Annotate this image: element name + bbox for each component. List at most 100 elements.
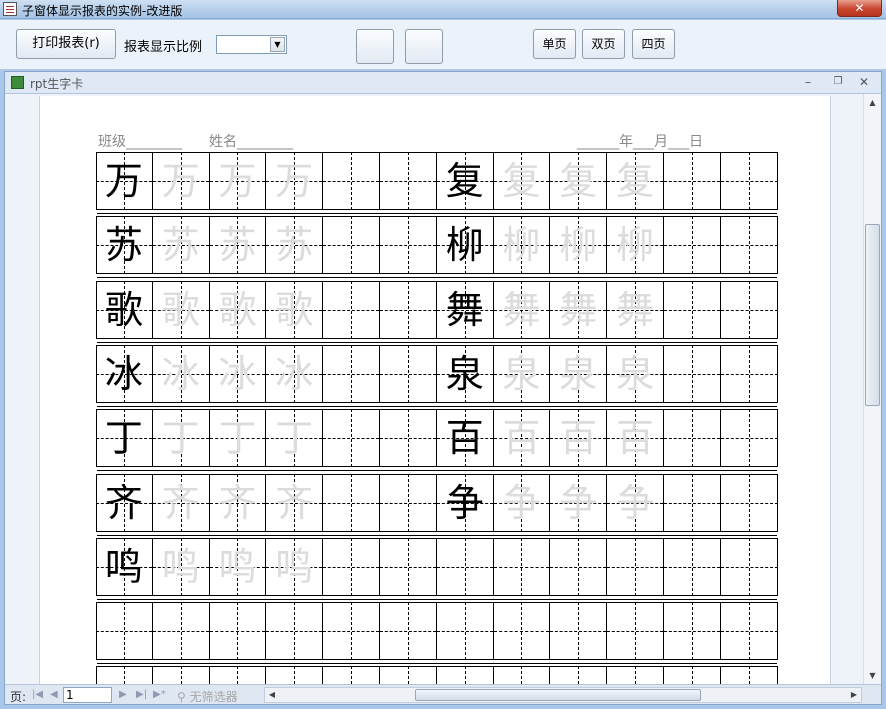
cell-guide-horizontal bbox=[493, 631, 550, 633]
grid-cell bbox=[720, 409, 778, 468]
print-report-button[interactable]: 打印报表(r) bbox=[16, 29, 116, 59]
grid-cell: 柳 bbox=[436, 216, 494, 275]
four-page-button[interactable]: 四页 bbox=[632, 29, 675, 59]
grid-cell: 复 bbox=[607, 152, 664, 210]
grid-cell bbox=[437, 666, 494, 684]
trace-character: 复 bbox=[502, 159, 541, 203]
double-page-button[interactable]: 双页 bbox=[582, 29, 625, 59]
grid-cell bbox=[493, 537, 551, 596]
grid-cell: 歌 bbox=[209, 280, 267, 339]
character: 丁 bbox=[104, 416, 143, 461]
grid-cell bbox=[209, 602, 267, 661]
grid-cell bbox=[720, 152, 778, 210]
character: 柳 bbox=[445, 223, 484, 268]
trace-character: 冰 bbox=[275, 351, 314, 396]
grid-cell: 鸣 bbox=[96, 537, 153, 596]
grid-cell: 丁 bbox=[96, 409, 153, 468]
dropdown-arrow-icon[interactable]: ▼ bbox=[270, 37, 285, 52]
trace-character: 百 bbox=[559, 416, 598, 461]
vertical-scroll-thumb[interactable] bbox=[865, 224, 880, 406]
cell-guide-vertical bbox=[691, 666, 693, 684]
grid-cell bbox=[323, 537, 380, 596]
cell-guide-horizontal bbox=[323, 373, 379, 375]
horizontal-scrollbar[interactable]: ◀ ▶ bbox=[264, 687, 862, 703]
next-page-icon[interactable]: ▶ bbox=[119, 687, 127, 703]
trace-character: 舞 bbox=[616, 287, 655, 332]
vertical-scrollbar[interactable]: ▲ ▼ bbox=[863, 94, 881, 684]
new-record-icon[interactable]: ▶* bbox=[153, 687, 166, 703]
grid-cell: 舞 bbox=[493, 280, 551, 339]
scroll-right-icon[interactable]: ▶ bbox=[847, 688, 861, 702]
class-field: 班级________ bbox=[98, 134, 182, 150]
trace-character: 柳 bbox=[616, 223, 655, 268]
cell-guide-horizontal bbox=[380, 566, 436, 568]
previous-page-icon[interactable]: ◀ bbox=[50, 687, 58, 703]
trace-character: 冰 bbox=[218, 351, 257, 396]
grid-row: 歌歌歌歌舞舞舞舞 bbox=[96, 280, 778, 339]
trace-character: 复 bbox=[616, 159, 655, 203]
grid-cell bbox=[720, 602, 778, 661]
close-icon[interactable]: ✕ bbox=[853, 74, 875, 90]
grid-cell: 齐 bbox=[96, 473, 153, 532]
cell-guide-horizontal bbox=[720, 566, 778, 568]
grid-cell: 鸣 bbox=[209, 537, 267, 596]
grid-cell: 泉 bbox=[493, 344, 551, 403]
trace-character: 歌 bbox=[218, 287, 257, 332]
app-icon bbox=[3, 2, 17, 16]
grid-cell: 争 bbox=[493, 473, 551, 532]
grid-cell: 歌 bbox=[96, 280, 153, 339]
page-number-input[interactable]: 1 bbox=[63, 687, 112, 703]
first-page-icon[interactable]: |◀ bbox=[32, 687, 43, 703]
cell-guide-vertical bbox=[237, 666, 239, 684]
grid-cell: 争 bbox=[550, 473, 608, 532]
scroll-left-icon[interactable]: ◀ bbox=[265, 688, 279, 702]
cell-guide-horizontal bbox=[323, 566, 379, 568]
cell-guide-horizontal bbox=[380, 502, 436, 504]
grid-row: 齐齐齐齐争争争争 bbox=[96, 473, 778, 532]
grid-cell: 冰 bbox=[209, 344, 267, 403]
grid-cell: 复 bbox=[493, 152, 551, 210]
filter-status[interactable]: ⚲ 无筛选器 bbox=[177, 688, 238, 705]
cell-guide-vertical bbox=[351, 666, 353, 684]
scroll-down-icon[interactable]: ▼ bbox=[864, 667, 881, 684]
grid-cell: 泉 bbox=[550, 344, 608, 403]
character: 争 bbox=[445, 480, 484, 525]
cell-guide-horizontal bbox=[380, 438, 436, 440]
restore-icon[interactable]: ❐ bbox=[827, 74, 849, 90]
trace-character: 泉 bbox=[616, 351, 655, 396]
grid-cell: 鸣 bbox=[152, 537, 210, 596]
cell-guide-vertical bbox=[749, 666, 751, 684]
window-close-button[interactable]: ✕ bbox=[837, 0, 882, 17]
grid-cell: 舞 bbox=[550, 280, 608, 339]
cell-guide-vertical bbox=[521, 666, 523, 684]
trace-character: 歌 bbox=[161, 287, 200, 332]
blank-button-1[interactable] bbox=[356, 29, 394, 64]
horizontal-scroll-thumb[interactable] bbox=[415, 689, 701, 701]
grid-cell: 歌 bbox=[152, 280, 210, 339]
grid-cell: 苏 bbox=[266, 216, 324, 275]
grid-cell bbox=[664, 409, 721, 468]
last-page-icon[interactable]: ▶| bbox=[136, 687, 147, 703]
grid-cell bbox=[323, 344, 380, 403]
grid-cell: 争 bbox=[436, 473, 494, 532]
grid-cell: 丁 bbox=[266, 409, 324, 468]
blank-button-2[interactable] bbox=[405, 29, 443, 64]
grid-cell bbox=[380, 473, 437, 532]
character: 泉 bbox=[445, 351, 484, 396]
cell-guide-horizontal bbox=[664, 438, 720, 440]
grid-cell: 争 bbox=[607, 473, 664, 532]
grid-cell: 齐 bbox=[209, 473, 267, 532]
date-field: ______年___月___日 bbox=[577, 134, 703, 150]
grid-cell bbox=[96, 602, 153, 661]
funnel-icon: ⚲ bbox=[177, 690, 186, 704]
trace-character: 争 bbox=[616, 480, 655, 525]
scale-dropdown[interactable]: ▼ bbox=[216, 35, 287, 54]
grid-row bbox=[96, 666, 778, 684]
minimize-icon[interactable]: – bbox=[797, 74, 819, 90]
grid-cell bbox=[550, 602, 608, 661]
scroll-up-icon[interactable]: ▲ bbox=[864, 94, 881, 111]
character: 齐 bbox=[104, 480, 143, 525]
cell-guide-horizontal bbox=[664, 309, 720, 311]
cell-guide-horizontal bbox=[380, 245, 436, 247]
single-page-button[interactable]: 单页 bbox=[533, 29, 576, 59]
